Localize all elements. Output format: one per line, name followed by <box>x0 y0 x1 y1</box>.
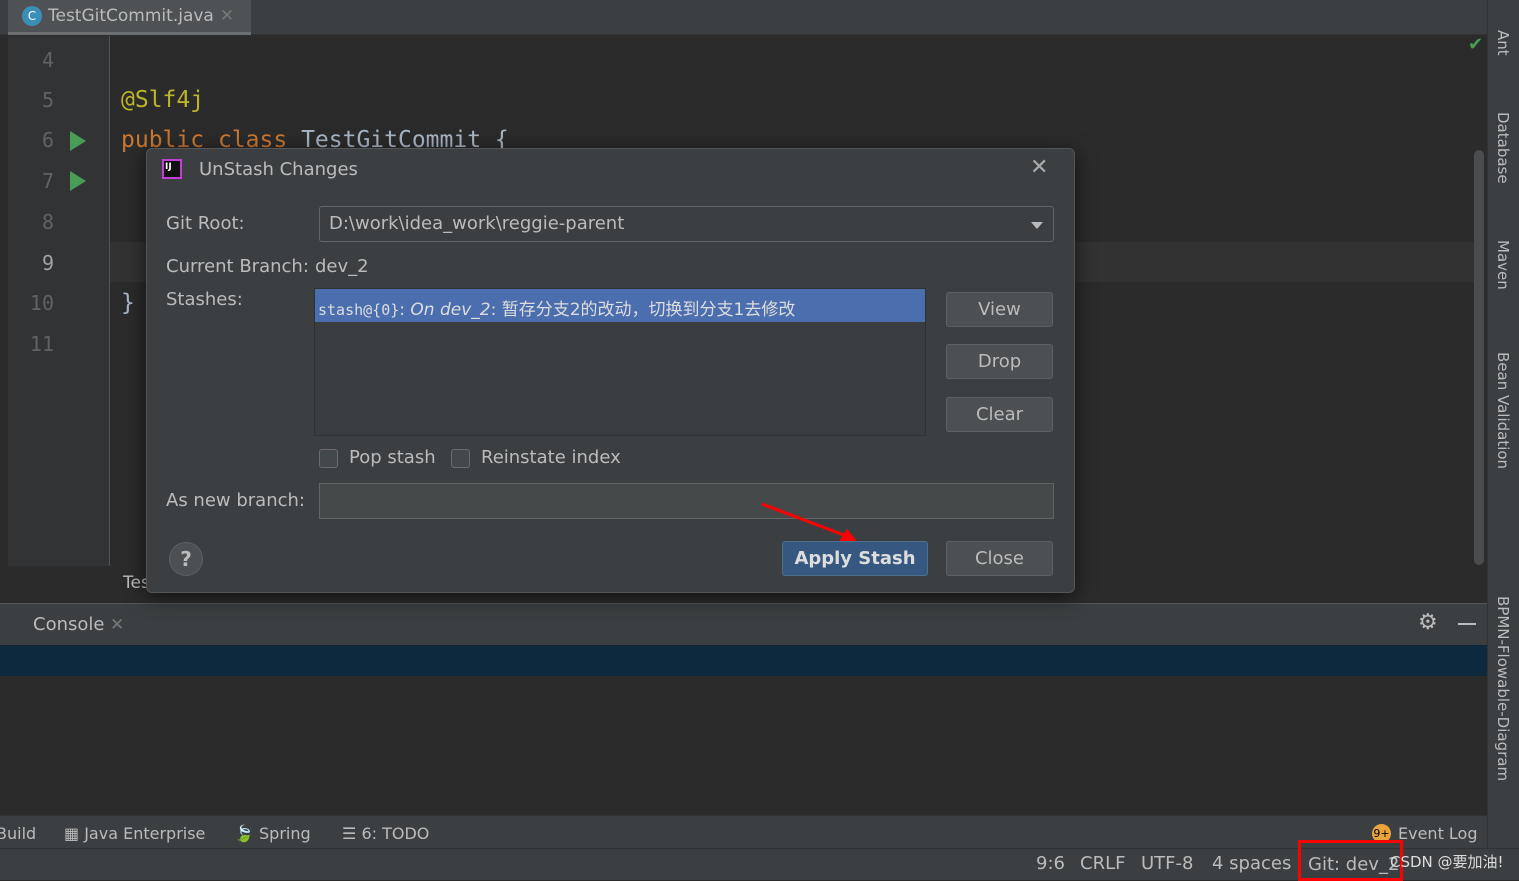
git-root-value: D:\work\idea_work\reggie-parent <box>329 213 625 234</box>
editor-scrollbar[interactable] <box>1474 150 1484 565</box>
label: Java Enterprise <box>84 824 206 843</box>
dialog-title: UnStash Changes <box>199 159 358 180</box>
gutter: 4 5 6 7 8 9 10 11 <box>8 36 110 566</box>
line-number: 6 <box>41 128 54 152</box>
chevron-down-icon <box>1031 222 1043 229</box>
new-branch-label: As new branch: <box>166 490 305 511</box>
label: 6: TODO <box>361 824 430 843</box>
close-console-icon[interactable]: ✕ <box>110 615 124 635</box>
sidebar-bean-validation[interactable]: Bean Validation <box>1494 352 1512 469</box>
line-separator[interactable]: CRLF <box>1080 853 1125 874</box>
sidebar-bpmn[interactable]: BPMN-Flowable-Diagram <box>1494 596 1512 781</box>
stash-message: : 暂存分支2的改动，切换到分支1去修改 <box>490 300 796 320</box>
right-tool-sidebar: Ant Database Maven Bean Validation BPMN-… <box>1487 0 1519 848</box>
drop-button[interactable]: Drop <box>946 344 1053 379</box>
close-brace: } <box>121 290 135 316</box>
tool-spring[interactable]: 🍃 Spring <box>234 824 311 843</box>
check-icon: ✔ <box>1468 34 1484 55</box>
tool-build[interactable]: Build <box>0 824 36 843</box>
label: Spring <box>259 824 311 843</box>
status-bar: 9:6 CRLF UTF-8 4 spaces Git: dev_2 CSDN … <box>0 840 1519 881</box>
java-class-icon: C <box>22 6 42 26</box>
close-button[interactable]: Close <box>946 541 1053 576</box>
line-number: 7 <box>41 169 54 193</box>
code-annotation: @Slf4j <box>121 87 205 113</box>
help-button[interactable]: ? <box>169 542 203 576</box>
line-number: 9 <box>41 251 54 275</box>
stash-item[interactable]: stash@{0}: On dev_2: 暂存分支2的改动，切换到分支1去修改 <box>315 289 925 322</box>
sidebar-database[interactable]: Database <box>1494 112 1512 184</box>
pop-stash-checkbox[interactable] <box>319 449 338 468</box>
view-button[interactable]: View <box>946 292 1053 327</box>
red-arrow-annotation <box>761 502 857 541</box>
line-number: 4 <box>41 48 54 72</box>
current-branch-value: dev_2 <box>315 256 369 277</box>
console-tab[interactable]: Console <box>33 614 104 635</box>
console-header: Console ✕ ⚙ <box>0 603 1487 645</box>
git-root-label: Git Root: <box>166 213 245 234</box>
run-icon[interactable] <box>70 131 86 151</box>
watermark: CSDN @要加油! <box>1390 853 1504 871</box>
sep: : <box>399 300 411 320</box>
console-selected-row <box>0 645 1487 676</box>
tool-window-strip: Build ▦ Java Enterprise 🍃 Spring ☰ 6: TO… <box>0 815 1487 849</box>
sidebar-ant[interactable]: Ant <box>1494 30 1512 56</box>
tool-todo[interactable]: ☰ 6: TODO <box>342 824 429 843</box>
reinstate-index-label[interactable]: Reinstate index <box>481 447 621 468</box>
indent[interactable]: 4 spaces <box>1212 853 1291 874</box>
unstash-dialog: IJ UnStash Changes ✕ Git Root: D:\work\i… <box>146 148 1075 593</box>
gear-icon[interactable]: ⚙ <box>1418 610 1438 635</box>
sidebar-maven[interactable]: Maven <box>1494 240 1512 290</box>
stash-branch: On dev_2 <box>410 300 491 320</box>
clear-button[interactable]: Clear <box>946 397 1053 432</box>
line-number: 10 <box>29 291 54 315</box>
git-branch[interactable]: Git: dev_2 <box>1308 854 1399 875</box>
minimize-icon[interactable] <box>1458 623 1476 625</box>
reinstate-index-checkbox[interactable] <box>451 449 470 468</box>
close-icon[interactable]: ✕ <box>1030 155 1048 180</box>
event-log[interactable]: Event Log <box>1398 824 1478 843</box>
intellij-logo-icon: IJ <box>162 159 182 179</box>
close-tab-icon[interactable]: ✕ <box>220 6 234 26</box>
pop-stash-label[interactable]: Pop stash <box>349 447 436 468</box>
line-number: 11 <box>29 332 54 356</box>
editor-tab[interactable]: C TestGitCommit.java ✕ <box>8 0 251 35</box>
line-number: 8 <box>41 210 54 234</box>
caret-position[interactable]: 9:6 <box>1036 853 1065 874</box>
stash-list[interactable]: stash@{0}: On dev_2: 暂存分支2的改动，切换到分支1去修改 <box>314 288 926 436</box>
stash-ref: stash@{0} <box>318 301 400 319</box>
run-icon[interactable] <box>70 171 86 191</box>
stashes-label: Stashes: <box>166 289 243 310</box>
current-branch-label: Current Branch: <box>166 256 309 277</box>
new-branch-input[interactable] <box>319 483 1054 519</box>
git-root-select[interactable]: D:\work\idea_work\reggie-parent <box>319 206 1054 242</box>
encoding[interactable]: UTF-8 <box>1141 853 1193 874</box>
tab-title: TestGitCommit.java <box>48 6 214 26</box>
tool-java-enterprise[interactable]: ▦ Java Enterprise <box>64 824 205 843</box>
line-number: 5 <box>41 88 54 112</box>
